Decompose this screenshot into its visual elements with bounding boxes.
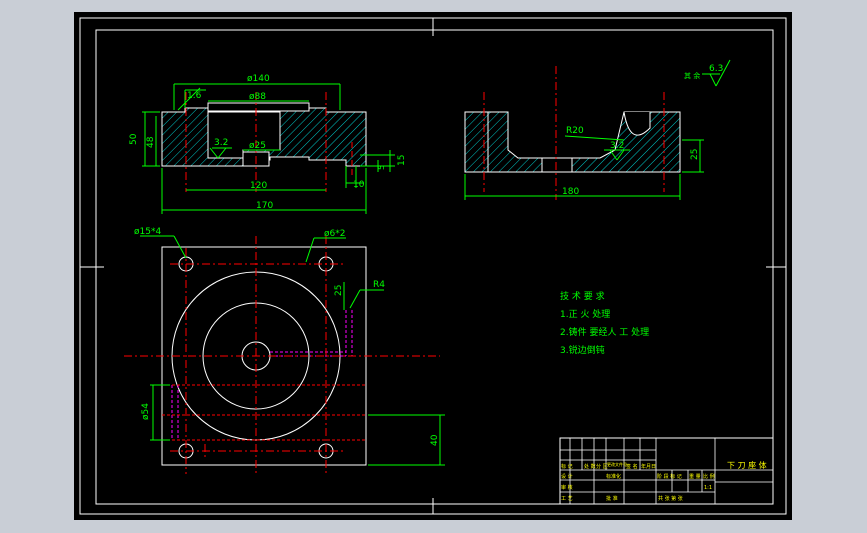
tb-change-doc: 更改文件号 — [607, 461, 627, 467]
dim-pins2: ø6*2 — [324, 229, 345, 239]
tb-weight: 重 量 — [689, 473, 701, 480]
dim-side-rough: 3.2 — [610, 141, 624, 151]
tb-design: 设 计 — [561, 473, 573, 480]
tb-sign: 签 名 — [626, 463, 638, 470]
dim-d25: ø25 — [249, 141, 266, 151]
tb-scale: 比 例 — [703, 473, 715, 480]
tb-stage: 阶 段 标 记 — [657, 473, 682, 480]
rest-roughness-value: 6.3 — [709, 64, 723, 74]
dim-5: 5 — [377, 165, 386, 170]
dim-rough-32: 3.2 — [214, 138, 228, 148]
dim-25-plan: 25 — [334, 285, 344, 296]
dim-10: 10 — [353, 180, 365, 190]
dim-120: 120 — [250, 181, 267, 191]
note-3: 3.锐边倒钝 — [560, 344, 605, 356]
dim-180: 180 — [562, 187, 579, 197]
dim-25-side: 25 — [690, 149, 700, 160]
tb-mark: 标 记 — [561, 463, 573, 470]
dim-holes4: ø15*4 — [134, 227, 161, 237]
cad-drawing: ø140 ø88 1.6 3.2 ø25 50 48 120 170 10 5 … — [74, 12, 792, 520]
part-name: 下 刀 座 体 — [727, 460, 767, 470]
note-2: 2.铸件 要经人 工 处理 — [560, 326, 649, 338]
dim-d54: ø54 — [141, 403, 151, 420]
dim-d88: ø88 — [249, 92, 266, 102]
tb-date: 年月日 — [641, 463, 656, 470]
tb-zone: 分 区 — [596, 463, 608, 470]
tb-standard: 标准化 — [606, 473, 621, 480]
tb-approve: 批 准 — [606, 495, 618, 502]
tb-count: 处 数 — [584, 463, 596, 470]
dim-15: 15 — [397, 155, 407, 166]
dim-r4: R4 — [373, 280, 385, 290]
notes-title: 技 术 要 求 — [560, 290, 605, 302]
tb-process: 工 艺 — [561, 496, 573, 502]
rest-roughness-label: 其 余 — [684, 71, 700, 80]
tb-ratio: 1:1 — [704, 485, 712, 491]
tb-check: 审 核 — [561, 484, 573, 491]
dim-40: 40 — [430, 434, 440, 446]
dim-d140: ø140 — [247, 74, 270, 84]
tb-sheet: 共 张 第 张 — [658, 495, 683, 502]
note-1: 1.正 火 处理 — [560, 308, 610, 320]
dim-170: 170 — [256, 201, 273, 211]
dim-r20: R20 — [566, 126, 584, 136]
dim-50: 50 — [129, 133, 139, 145]
dim-48: 48 — [146, 136, 156, 148]
dim-chamfer: 1.6 — [187, 91, 202, 101]
